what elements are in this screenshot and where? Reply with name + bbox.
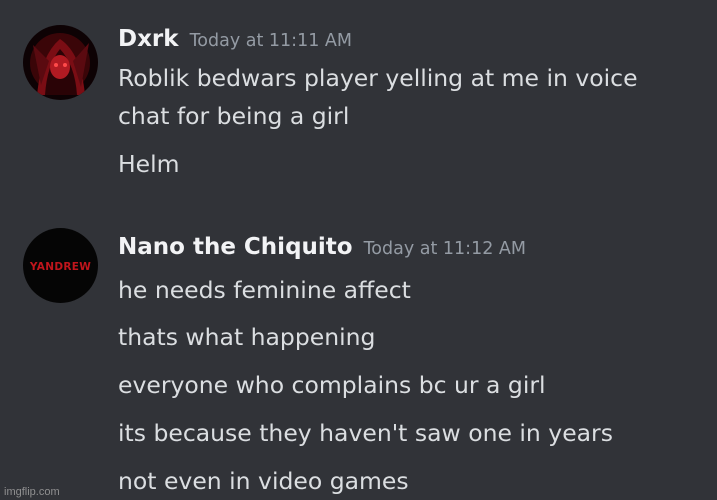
timestamp[interactable]: Today at 11:12 AM (364, 239, 526, 259)
message-header: Dxrk Today at 11:11 AM (118, 26, 352, 52)
message-text: not even in video games (118, 467, 409, 495)
message-text: he needs feminine affect (118, 276, 411, 304)
anime-avatar-red-icon (23, 25, 98, 100)
message-text: chat for being a girl (118, 102, 350, 130)
message-text: everyone who complains bc ur a girl (118, 371, 546, 399)
username[interactable]: Nano the Chiquito (118, 234, 353, 260)
message-text: its because they haven't saw one in year… (118, 419, 613, 447)
yandrew-logo-avatar-icon: YANDREW (23, 228, 98, 303)
username[interactable]: Dxrk (118, 26, 179, 52)
user-avatar[interactable]: YANDREW (23, 228, 98, 303)
avatar-logo-text: YANDREW (29, 261, 91, 273)
message-header: Nano the Chiquito Today at 11:12 AM (118, 234, 526, 260)
message-text: thats what happening (118, 323, 376, 351)
user-avatar[interactable] (23, 25, 98, 100)
message-text: Roblik bedwars player yelling at me in v… (118, 64, 638, 92)
timestamp[interactable]: Today at 11:11 AM (190, 31, 352, 51)
watermark: imgflip.com (4, 486, 60, 498)
message-text: Helm (118, 150, 180, 178)
